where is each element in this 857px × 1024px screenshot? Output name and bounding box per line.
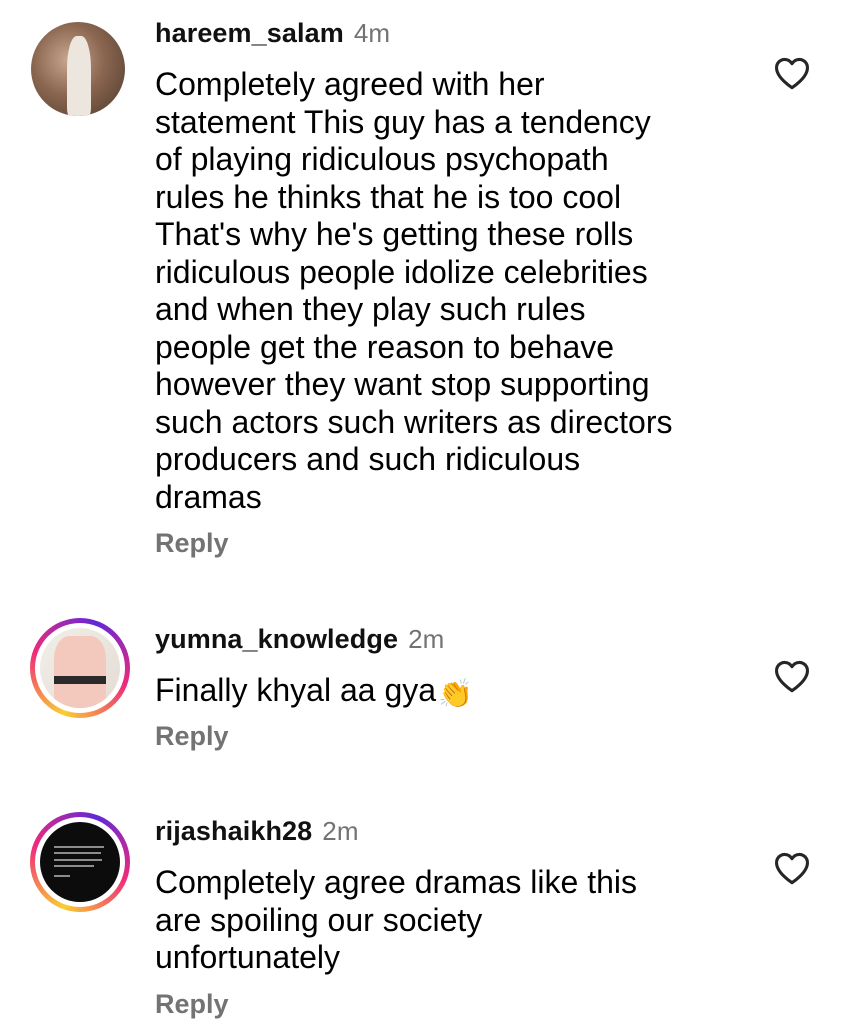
comment-line: such actors such writers as directors xyxy=(155,403,673,440)
reply-button[interactable]: Reply xyxy=(155,989,229,1020)
comment-line: ridiculous people idolize celebrities xyxy=(155,253,648,290)
comment-header: yumna_knowledge 2m xyxy=(155,624,444,655)
comment-line: unfortunately xyxy=(155,939,341,975)
comment-line: rules he thinks that he is too cool xyxy=(155,178,622,215)
comment-line: are spoiling our society xyxy=(155,901,483,938)
avatar-image xyxy=(40,628,120,708)
comment-line: producers and such ridiculous xyxy=(155,441,581,477)
timestamp: 4m xyxy=(353,18,391,48)
username[interactable]: rijashaikh28 xyxy=(155,816,312,846)
avatar[interactable] xyxy=(31,22,125,116)
comment-header: rijashaikh28 2m xyxy=(155,816,359,847)
comment-header: hareem_salam 4m xyxy=(155,18,390,49)
heart-outline-icon[interactable] xyxy=(773,851,811,885)
username[interactable]: yumna_knowledge xyxy=(155,624,398,654)
avatar-image xyxy=(31,22,125,116)
comment-line: and when they play such rules xyxy=(155,291,586,327)
reply-button[interactable]: Reply xyxy=(155,721,229,752)
timestamp: 2m xyxy=(322,816,359,846)
comment-text: Completely agreed with her statement Thi… xyxy=(155,66,745,516)
clapping-hands-emoji: 👏 xyxy=(438,678,473,709)
heart-outline-icon[interactable] xyxy=(773,56,811,90)
avatar-image xyxy=(40,822,120,902)
comment-line: That's why he's getting these rolls xyxy=(155,216,634,252)
timestamp: 2m xyxy=(408,624,445,654)
comment-line: however they want stop supporting xyxy=(155,366,650,402)
avatar[interactable] xyxy=(30,812,130,912)
comment-line: Finally khyal aa gya👏 xyxy=(155,672,745,713)
comment-line: Completely agree dramas like this xyxy=(155,864,637,900)
comment-text: Finally khyal aa gya👏 xyxy=(155,672,745,713)
comment-line: Completely agreed with her xyxy=(155,66,545,102)
reply-button[interactable]: Reply xyxy=(155,528,229,559)
avatar[interactable] xyxy=(30,618,130,718)
heart-outline-icon[interactable] xyxy=(773,659,811,693)
comment-line: statement This guy has a tendency xyxy=(155,103,651,140)
comment-line: people get the reason to behave xyxy=(155,328,615,365)
comment-line: dramas xyxy=(155,478,262,515)
username[interactable]: hareem_salam xyxy=(155,18,344,48)
comment-line: of playing ridiculous psychopath xyxy=(155,141,609,177)
comment-text: Completely agree dramas like this are sp… xyxy=(155,864,745,977)
